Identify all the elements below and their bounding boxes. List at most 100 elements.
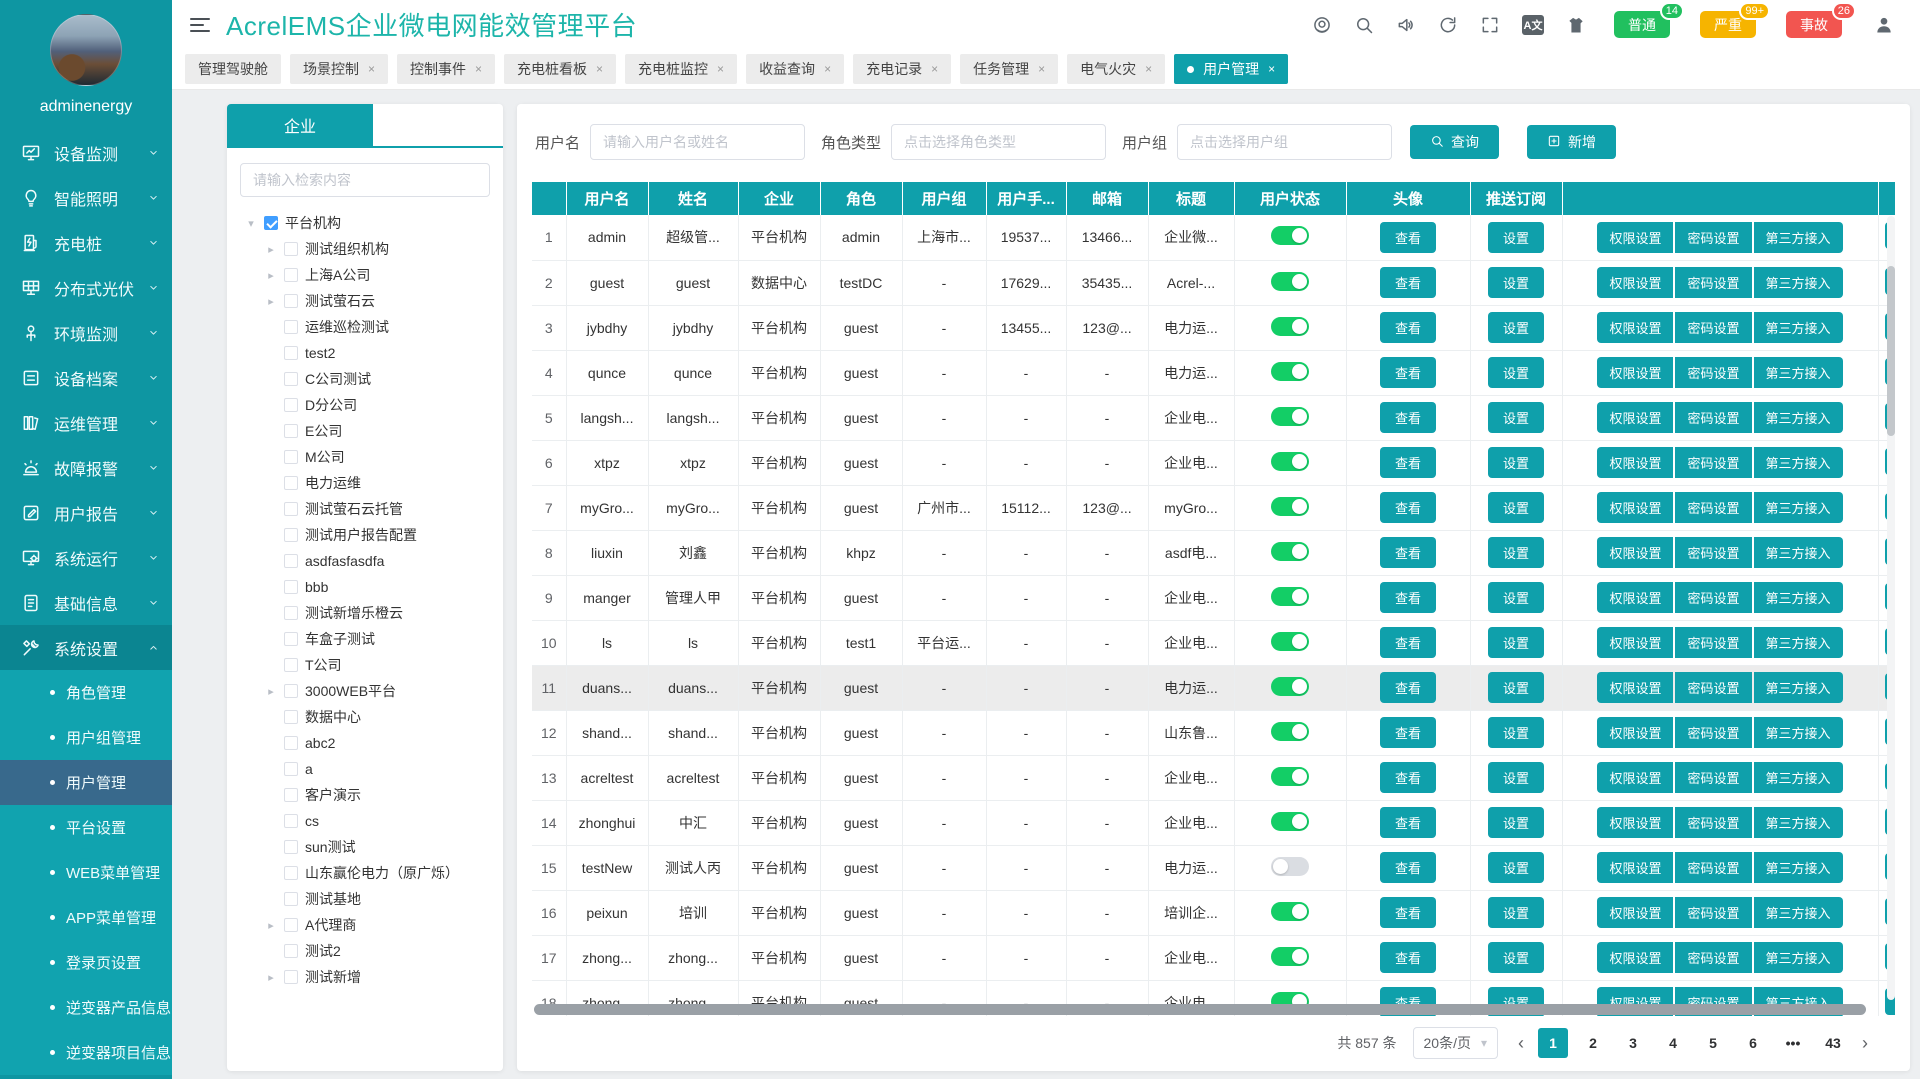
permission-settings-button[interactable]: 权限设置 xyxy=(1597,267,1673,298)
checkbox[interactable] xyxy=(284,840,298,854)
page-button-2[interactable]: 2 xyxy=(1578,1028,1608,1058)
avatar[interactable] xyxy=(50,14,122,86)
view-avatar-button[interactable]: 查看 xyxy=(1380,717,1436,748)
checkbox[interactable] xyxy=(284,606,298,620)
third-party-button[interactable]: 第三方接入 xyxy=(1754,312,1843,343)
third-party-button[interactable]: 第三方接入 xyxy=(1754,762,1843,793)
permission-settings-button[interactable]: 权限设置 xyxy=(1597,312,1673,343)
push-settings-button[interactable]: 设置 xyxy=(1488,267,1544,298)
permission-settings-button[interactable]: 权限设置 xyxy=(1597,537,1673,568)
tree-node[interactable]: 车盒子测试 xyxy=(245,626,497,652)
tree-node[interactable]: 测试基地 xyxy=(245,886,497,912)
view-avatar-button[interactable]: 查看 xyxy=(1380,492,1436,523)
push-settings-button[interactable]: 设置 xyxy=(1488,762,1544,793)
close-icon[interactable]: × xyxy=(931,62,938,76)
horizontal-scrollbar[interactable] xyxy=(534,1004,1879,1015)
password-settings-button[interactable]: 密码设置 xyxy=(1675,672,1751,703)
tree-search-input[interactable] xyxy=(240,163,490,197)
permission-settings-button[interactable]: 权限设置 xyxy=(1597,717,1673,748)
view-avatar-button[interactable]: 查看 xyxy=(1380,627,1436,658)
tree-node[interactable]: 电力运维 xyxy=(245,470,497,496)
password-settings-button[interactable]: 密码设置 xyxy=(1675,852,1751,883)
tree-node[interactable]: ▸测试萤石云 xyxy=(245,288,497,314)
tree-node[interactable]: asdfasfasdfa xyxy=(245,548,497,574)
close-icon[interactable]: × xyxy=(596,62,603,76)
user-status-toggle[interactable] xyxy=(1271,947,1309,966)
permission-settings-button[interactable]: 权限设置 xyxy=(1597,807,1673,838)
page-button-5[interactable]: 5 xyxy=(1698,1028,1728,1058)
checkbox[interactable] xyxy=(284,372,298,386)
caret-right-icon[interactable]: ▸ xyxy=(265,243,277,256)
tree-node[interactable]: M公司 xyxy=(245,444,497,470)
permission-settings-button[interactable]: 权限设置 xyxy=(1597,492,1673,523)
tree-node[interactable]: 测试萤石云托管 xyxy=(245,496,497,522)
checkbox[interactable] xyxy=(284,528,298,542)
push-settings-button[interactable]: 设置 xyxy=(1488,537,1544,568)
view-avatar-button[interactable]: 查看 xyxy=(1380,447,1436,478)
checkbox[interactable] xyxy=(284,684,298,698)
third-party-button[interactable]: 第三方接入 xyxy=(1754,267,1843,298)
tab-充电桩看板[interactable]: 充电桩看板× xyxy=(504,54,616,84)
checkbox[interactable] xyxy=(284,424,298,438)
sidebar-item-inverter-product[interactable]: 逆变器产品信息 xyxy=(0,985,172,1030)
view-avatar-button[interactable]: 查看 xyxy=(1380,402,1436,433)
password-settings-button[interactable]: 密码设置 xyxy=(1675,492,1751,523)
checkbox[interactable] xyxy=(284,346,298,360)
checkbox[interactable] xyxy=(284,788,298,802)
caret-right-icon[interactable]: ▸ xyxy=(265,971,277,984)
tree-node[interactable]: ▸测试组织机构 xyxy=(245,236,497,262)
help-icon[interactable] xyxy=(1312,15,1332,35)
permission-settings-button[interactable]: 权限设置 xyxy=(1597,402,1673,433)
push-settings-button[interactable]: 设置 xyxy=(1488,672,1544,703)
tree-node[interactable]: abc2 xyxy=(245,730,497,756)
tree-node[interactable]: a xyxy=(245,756,497,782)
password-settings-button[interactable]: 密码设置 xyxy=(1675,537,1751,568)
push-settings-button[interactable]: 设置 xyxy=(1488,312,1544,343)
page-size-select[interactable]: 20条/页 ▾ xyxy=(1413,1027,1499,1059)
checkbox[interactable] xyxy=(284,762,298,776)
user-status-toggle[interactable] xyxy=(1271,317,1309,336)
checkbox[interactable] xyxy=(284,658,298,672)
view-avatar-button[interactable]: 查看 xyxy=(1380,357,1436,388)
checkbox[interactable] xyxy=(284,502,298,516)
tree-node[interactable]: 测试用户报告配置 xyxy=(245,522,497,548)
tree-node[interactable]: D分公司 xyxy=(245,392,497,418)
view-avatar-button[interactable]: 查看 xyxy=(1380,537,1436,568)
tab-用户管理[interactable]: 用户管理× xyxy=(1174,54,1288,84)
close-icon[interactable]: × xyxy=(1268,62,1275,76)
page-button-4[interactable]: 4 xyxy=(1658,1028,1688,1058)
tree-node[interactable]: 山东赢伦电力（原广烁） xyxy=(245,860,497,886)
tree-node[interactable]: 运维巡检测试 xyxy=(245,314,497,340)
user-status-toggle[interactable] xyxy=(1271,767,1309,786)
volume-icon[interactable] xyxy=(1396,15,1416,35)
view-avatar-button[interactable]: 查看 xyxy=(1380,267,1436,298)
push-settings-button[interactable]: 设置 xyxy=(1488,357,1544,388)
tab-管理驾驶舱[interactable]: 管理驾驶舱 xyxy=(185,54,281,84)
checkbox[interactable] xyxy=(284,892,298,906)
push-settings-button[interactable]: 设置 xyxy=(1488,852,1544,883)
tree-node[interactable]: E公司 xyxy=(245,418,497,444)
tab-充电记录[interactable]: 充电记录× xyxy=(853,54,951,84)
permission-settings-button[interactable]: 权限设置 xyxy=(1597,672,1673,703)
sidebar-item-fault-alarm[interactable]: 故障报警 xyxy=(0,445,172,490)
third-party-button[interactable]: 第三方接入 xyxy=(1754,897,1843,928)
third-party-button[interactable]: 第三方接入 xyxy=(1754,807,1843,838)
caret-right-icon[interactable]: ▸ xyxy=(265,685,277,698)
checkbox[interactable] xyxy=(284,814,298,828)
close-icon[interactable]: × xyxy=(475,62,482,76)
user-status-toggle[interactable] xyxy=(1271,362,1309,381)
checkbox[interactable] xyxy=(284,970,298,984)
sidebar-item-system-running[interactable]: 系统运行 xyxy=(0,535,172,580)
push-settings-button[interactable]: 设置 xyxy=(1488,627,1544,658)
tree-node[interactable]: C公司测试 xyxy=(245,366,497,392)
permission-settings-button[interactable]: 权限设置 xyxy=(1597,582,1673,613)
caret-down-icon[interactable]: ▾ xyxy=(245,217,257,230)
refresh-icon[interactable] xyxy=(1438,15,1458,35)
caret-right-icon[interactable]: ▸ xyxy=(265,269,277,282)
caret-right-icon[interactable]: ▸ xyxy=(265,919,277,932)
checkbox[interactable] xyxy=(284,944,298,958)
tree-node[interactable]: ▸3000WEB平台 xyxy=(245,678,497,704)
close-icon[interactable]: × xyxy=(1145,62,1152,76)
tree-node[interactable]: ▸A代理商 xyxy=(245,912,497,938)
page-button-6[interactable]: 6 xyxy=(1738,1028,1768,1058)
